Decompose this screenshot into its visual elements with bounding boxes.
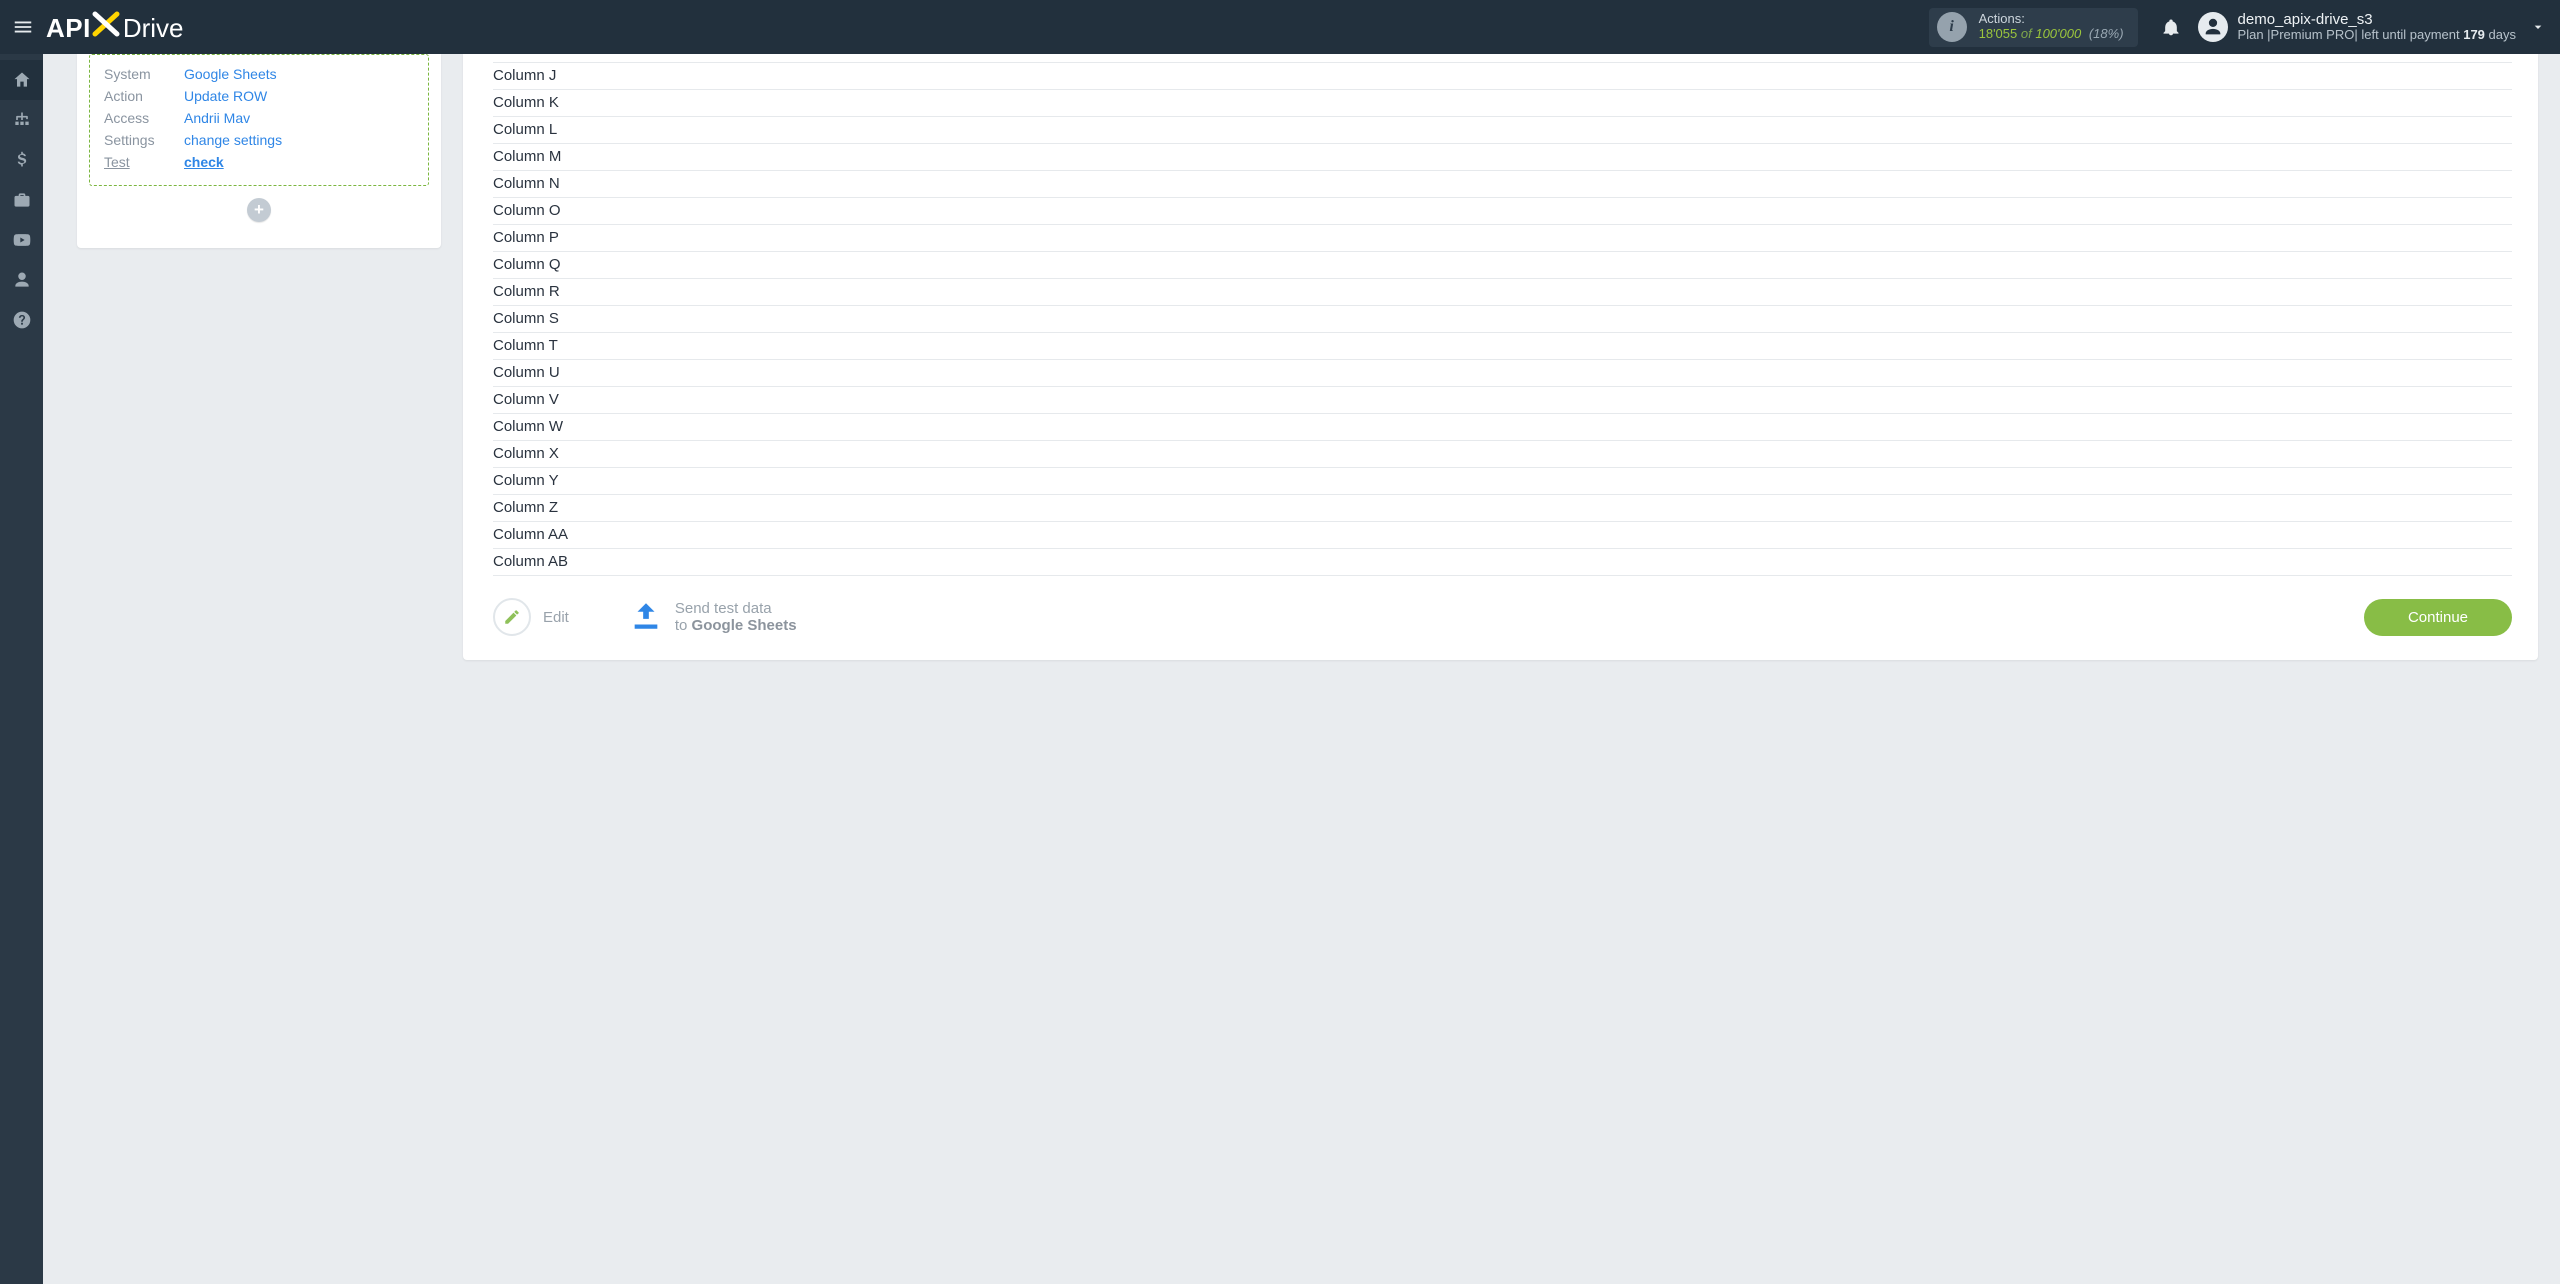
user-menu-expand[interactable]	[2526, 19, 2550, 35]
column-row[interactable]: Column Y	[493, 468, 2512, 495]
column-row[interactable]: Column V	[493, 387, 2512, 414]
pencil-icon	[503, 608, 521, 626]
continue-button[interactable]: Continue	[2364, 599, 2512, 636]
user-icon	[12, 270, 32, 290]
nav-account[interactable]	[0, 260, 43, 300]
briefcase-icon	[12, 190, 32, 210]
topbar: API Drive i Actions: 18'055 of 100'000 (…	[0, 0, 2560, 54]
column-row[interactable]: Column J	[493, 62, 2512, 90]
column-list: Column JColumn KColumn LColumn MColumn N…	[493, 62, 2512, 576]
summary-key: Settings	[104, 132, 176, 148]
notifications-button[interactable]	[2154, 17, 2188, 37]
column-row[interactable]: Column K	[493, 90, 2512, 117]
youtube-icon	[12, 230, 32, 250]
logo-api: API	[46, 13, 91, 44]
menu-toggle[interactable]	[6, 10, 40, 44]
hamburger-icon	[12, 16, 34, 38]
summary-key: Action	[104, 88, 176, 104]
summary-row: System Google Sheets	[104, 63, 414, 85]
dollar-icon	[12, 150, 32, 170]
user-info: demo_apix-drive_s3 Plan |Premium PRO| le…	[2238, 12, 2516, 43]
nav-integrations[interactable]	[0, 180, 43, 220]
nav-connections[interactable]	[0, 100, 43, 140]
column-row[interactable]: Column X	[493, 441, 2512, 468]
connection-summary-card: System Google Sheets Action Update ROW Acces…	[77, 54, 441, 248]
column-row[interactable]: Column P	[493, 225, 2512, 252]
summary-value-link[interactable]: Update ROW	[184, 88, 267, 104]
column-row[interactable]: Column W	[493, 414, 2512, 441]
user-menu[interactable]: demo_apix-drive_s3 Plan |Premium PRO| le…	[2198, 12, 2516, 43]
summary-row: Access Andrii Mav	[104, 107, 414, 129]
column-row[interactable]: Column R	[493, 279, 2512, 306]
summary-key: Access	[104, 110, 176, 126]
summary-key: System	[104, 66, 176, 82]
app-logo[interactable]: API Drive	[46, 11, 184, 44]
sitemap-icon	[12, 110, 32, 130]
mapping-panel: Column JColumn KColumn LColumn MColumn N…	[463, 54, 2538, 660]
nav-help[interactable]	[0, 300, 43, 340]
column-row[interactable]: Column T	[493, 333, 2512, 360]
column-row[interactable]: Column AB	[493, 549, 2512, 576]
chevron-down-icon	[2530, 19, 2546, 35]
logo-drive: Drive	[123, 13, 184, 44]
side-nav	[0, 54, 43, 1284]
nav-tutorials[interactable]	[0, 220, 43, 260]
actions-usage-pill[interactable]: i Actions: 18'055 of 100'000 (18%)	[1929, 8, 2138, 47]
avatar	[2198, 12, 2228, 42]
summary-value-link[interactable]: check	[184, 154, 224, 170]
column-row[interactable]: Column AA	[493, 522, 2512, 549]
summary-row: Settings change settings	[104, 129, 414, 151]
column-row[interactable]: Column M	[493, 144, 2512, 171]
column-row[interactable]: Column N	[493, 171, 2512, 198]
summary-value-link[interactable]: Google Sheets	[184, 66, 277, 82]
column-row[interactable]: Column Q	[493, 252, 2512, 279]
column-row[interactable]: Column S	[493, 306, 2512, 333]
avatar-icon	[2202, 16, 2224, 38]
send-test-button[interactable]: Send test data to Google Sheets	[629, 599, 797, 636]
nav-home[interactable]	[0, 60, 43, 100]
add-step-button[interactable]: +	[247, 198, 271, 222]
column-row[interactable]: Column L	[493, 117, 2512, 144]
logo-x-icon	[92, 11, 120, 37]
summary-row: Test check	[104, 151, 414, 173]
nav-billing[interactable]	[0, 140, 43, 180]
upload-icon	[629, 599, 663, 633]
help-icon	[12, 310, 32, 330]
home-icon	[12, 70, 32, 90]
column-row[interactable]: Column O	[493, 198, 2512, 225]
column-row[interactable]: Column Z	[493, 495, 2512, 522]
send-test-label: Send test data to Google Sheets	[675, 600, 797, 635]
connection-summary-box: System Google Sheets Action Update ROW Acces…	[89, 54, 429, 186]
info-icon: i	[1937, 12, 1967, 42]
actions-usage-text: Actions: 18'055 of 100'000 (18%)	[1979, 12, 2124, 42]
summary-value-link[interactable]: Andrii Mav	[184, 110, 250, 126]
edit-button[interactable]: Edit	[493, 598, 569, 636]
panel-footer: Edit Send test data to Google Sheets Con…	[493, 598, 2512, 636]
summary-value-link[interactable]: change settings	[184, 132, 282, 148]
summary-key: Test	[104, 154, 176, 170]
edit-label: Edit	[543, 609, 569, 626]
bell-icon	[2161, 17, 2181, 37]
summary-row: Action Update ROW	[104, 85, 414, 107]
column-row[interactable]: Column U	[493, 360, 2512, 387]
